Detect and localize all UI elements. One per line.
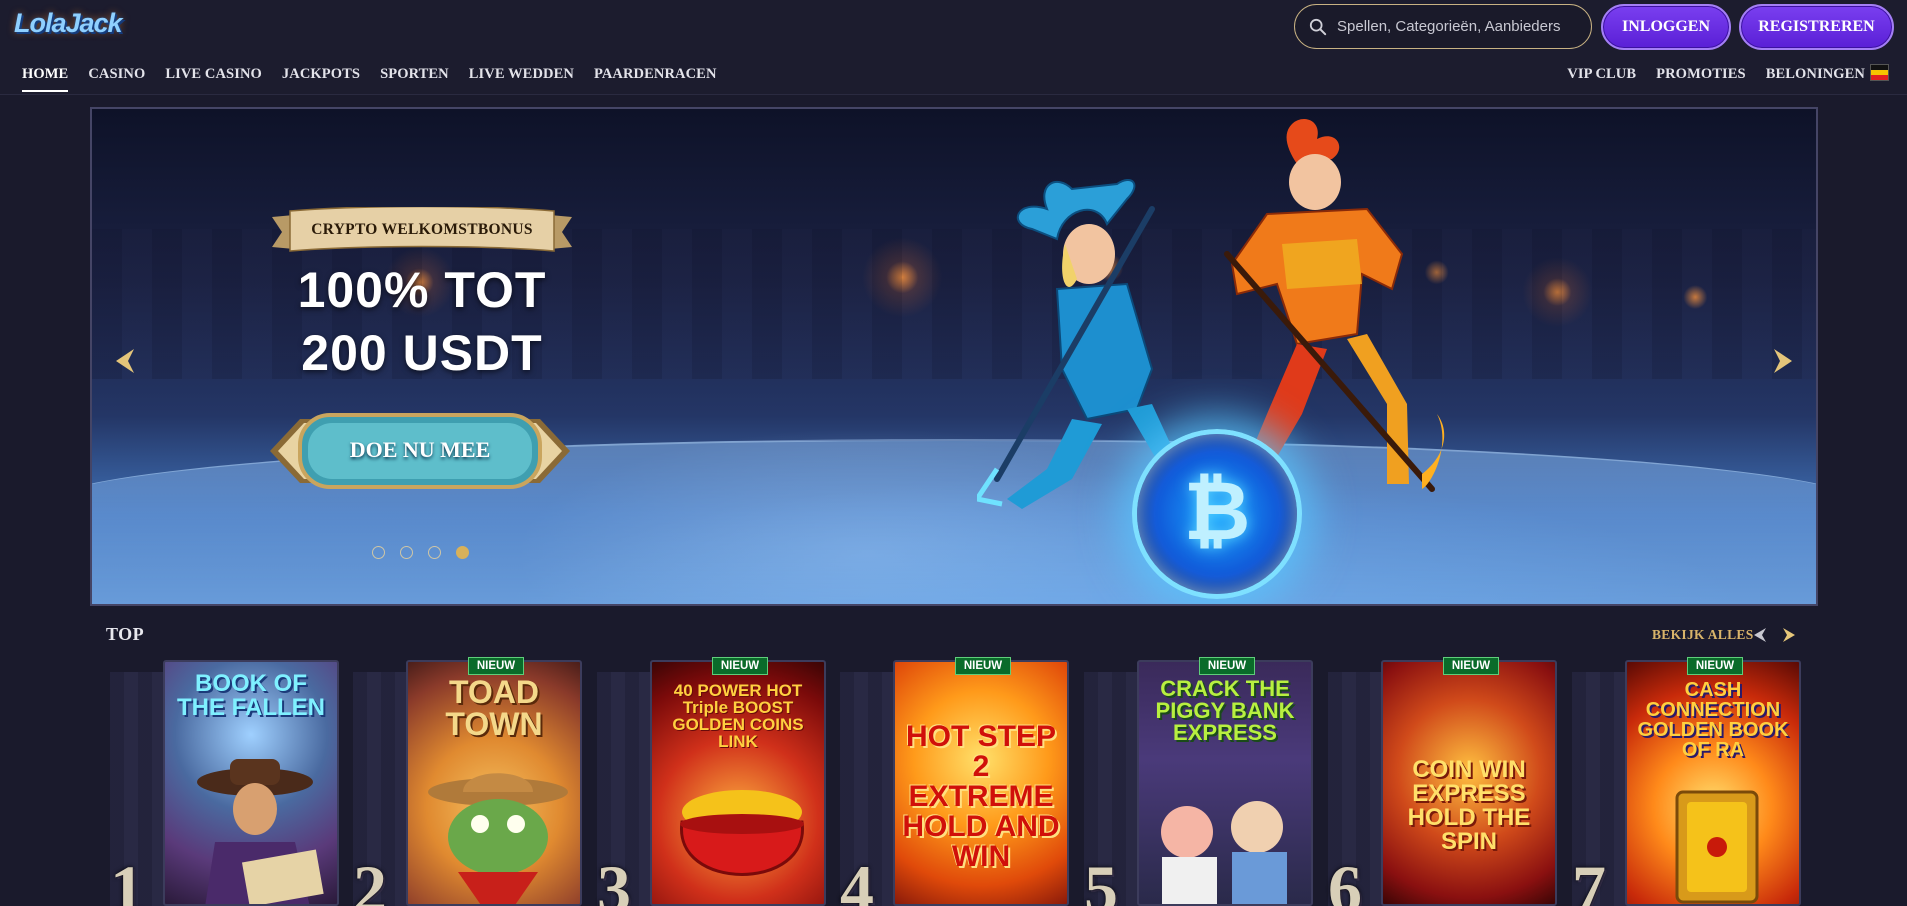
game-card[interactable]: TOAD TOWN [406, 660, 582, 906]
game-slot: NIEUW CASH CONNECTION GOLDEN BOOK OF RA … [1572, 657, 1806, 906]
carousel-dots [372, 546, 469, 559]
login-button[interactable]: INLOGGEN [1601, 4, 1731, 50]
nav-item-jackpots[interactable]: JACKPOTS [282, 66, 360, 83]
game-title: CASH CONNECTION GOLDEN BOOK OF RA [1637, 679, 1789, 761]
game-rank: 4 [840, 851, 874, 906]
nav-item-beloningen[interactable]: BELONINGEN [1766, 66, 1865, 83]
game-title: COIN WIN EXPRESS HOLD THE SPIN [1407, 756, 1531, 855]
nav-item-vip-club[interactable]: VIP CLUB [1567, 66, 1636, 83]
game-card[interactable]: CRACK THE PIGGY BANK EXPRESS [1137, 660, 1313, 906]
game-rank: 3 [597, 851, 631, 906]
hero-prev-arrow-icon[interactable] [114, 347, 136, 375]
game-rank: 5 [1084, 851, 1118, 906]
game-slot: NIEUW HOT STEP 2 EXTREME HOLD AND WIN 4 [840, 657, 1074, 906]
top-section-title: TOP [106, 624, 145, 644]
bonus-ribbon: CRYPTO WELKOMSTBONUS [272, 207, 572, 255]
game-slot: NIEUW 40 POWER HOT Triple BOOST GOLDEN C… [597, 657, 831, 906]
cowboy-character-art [197, 759, 324, 904]
golden-book-art [1675, 790, 1759, 904]
nav-item-promoties[interactable]: PROMOTIES [1656, 66, 1746, 83]
game-slot: NIEUW COIN WIN EXPRESS HOLD THE SPIN 6 [1328, 657, 1562, 906]
game-title: 40 POWER HOT Triple BOOST GOLDEN COINS L… [672, 681, 804, 751]
site-header: LolaJack Spellen, Categorieën, Aanbieder… [0, 0, 1907, 95]
pig-characters-art [1161, 801, 1287, 904]
game-card[interactable]: HOT STEP 2 EXTREME HOLD AND WIN [893, 660, 1069, 906]
new-badge: NIEUW [468, 657, 524, 675]
hero-headline-line2: 200 USDT [301, 325, 543, 381]
bitcoin-puck-icon: ₿ [1132, 429, 1302, 599]
hero-next-arrow-icon[interactable] [1772, 347, 1794, 375]
gold-pot-art [680, 790, 804, 876]
nav-item-live-wedden[interactable]: LIVE WEDDEN [469, 66, 574, 83]
register-button[interactable]: REGISTREREN [1739, 4, 1894, 50]
nav-item-live-casino[interactable]: LIVE CASINO [165, 66, 262, 83]
search-icon [1309, 18, 1327, 35]
main-nav: HOME CASINO LIVE CASINO JACKPOTS SPORTEN… [22, 66, 737, 92]
game-card[interactable]: CASH CONNECTION GOLDEN BOOK OF RA [1625, 660, 1801, 906]
top-games-row: BOOK OF THE FALLEN 1 NIEUW TOAD TOWN 2 N… [110, 657, 1810, 906]
new-badge: NIEUW [1687, 657, 1743, 675]
secondary-nav: VIP CLUB PROMOTIES BELONINGEN [1547, 66, 1865, 83]
carousel-dot[interactable] [428, 546, 441, 559]
game-slot: NIEUW TOAD TOWN 2 [353, 657, 587, 906]
new-badge: NIEUW [1443, 657, 1499, 675]
nav-item-paardenracen[interactable]: PAARDENRACEN [594, 66, 717, 83]
game-title: TOAD TOWN [445, 674, 543, 742]
new-badge: NIEUW [712, 657, 768, 675]
search-placeholder: Spellen, Categorieën, Aanbieders [1337, 18, 1561, 35]
game-title: CRACK THE PIGGY BANK EXPRESS [1155, 676, 1295, 745]
view-all-link[interactable]: BEKIJK ALLES [1652, 627, 1754, 643]
join-now-button[interactable]: DOE NU MEE [270, 407, 570, 495]
new-badge: NIEUW [1199, 657, 1255, 675]
nav-item-sporten[interactable]: SPORTEN [380, 66, 449, 83]
game-rank: 6 [1328, 851, 1362, 906]
game-title: BOOK OF THE FALLEN [177, 670, 325, 721]
game-card[interactable]: COIN WIN EXPRESS HOLD THE SPIN [1381, 660, 1557, 906]
nav-item-home[interactable]: HOME [22, 66, 69, 92]
game-title: HOT STEP 2 EXTREME HOLD AND WIN [902, 720, 1060, 873]
chevron-right-icon[interactable] [1782, 627, 1796, 643]
belgium-flag-icon[interactable] [1870, 64, 1889, 81]
search-input[interactable]: Spellen, Categorieën, Aanbieders [1294, 4, 1592, 49]
carousel-dot[interactable] [400, 546, 413, 559]
game-rank: 7 [1572, 851, 1606, 906]
nav-item-casino[interactable]: CASINO [88, 66, 145, 83]
site-logo[interactable]: LolaJack [14, 8, 123, 39]
game-slot: BOOK OF THE FALLEN 1 [110, 660, 344, 906]
hero-headline-line1: 100% TOT [297, 262, 547, 318]
chevron-left-icon[interactable] [1753, 627, 1767, 643]
new-badge: NIEUW [955, 657, 1011, 675]
bonus-ribbon-text: CRYPTO WELKOMSTBONUS [311, 221, 533, 238]
carousel-dot-active[interactable] [456, 546, 469, 559]
join-now-label: DOE NU MEE [349, 437, 491, 462]
game-card[interactable]: 40 POWER HOT Triple BOOST GOLDEN COINS L… [650, 660, 826, 906]
game-rank: 1 [110, 851, 144, 906]
carousel-dot[interactable] [372, 546, 385, 559]
game-slot: NIEUW CRACK THE PIGGY BANK EXPRESS 5 [1084, 657, 1318, 906]
game-rank: 2 [353, 851, 387, 906]
hero-banner[interactable]: ₿ CRYPTO WELKOMSTBONUS 100% TOT 200 USDT… [90, 107, 1818, 606]
toad-character-art [428, 773, 568, 904]
game-card[interactable]: BOOK OF THE FALLEN [163, 660, 339, 906]
